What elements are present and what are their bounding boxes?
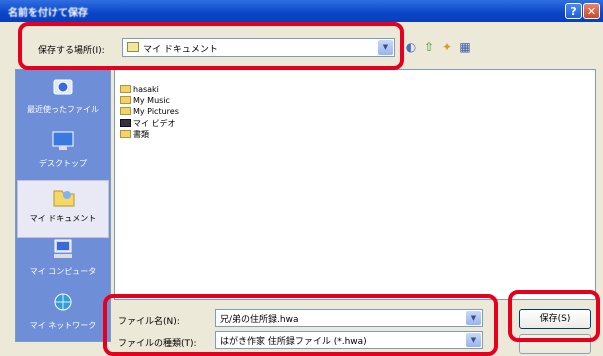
place-label: マイ ドキュメント (29, 214, 97, 223)
new-folder-icon[interactable]: ✦ (440, 40, 454, 54)
place-desktop[interactable]: デスクトップ (17, 126, 109, 184)
place-my-documents[interactable]: マイ ドキュメント (17, 180, 109, 238)
folder-icon (120, 85, 131, 93)
list-item[interactable]: My Music (120, 96, 170, 107)
recent-documents-icon (51, 76, 75, 98)
place-label: デスクトップ (39, 159, 87, 168)
place-my-network[interactable]: マイ ネットワーク (17, 288, 109, 346)
file-list[interactable]: hasaki My Music My Pictures マイ ビデオ 書類 (114, 69, 596, 300)
place-label: マイ コンピュータ (29, 267, 97, 276)
my-computer-icon (51, 238, 75, 260)
place-recent[interactable]: 最近使ったファイル (17, 72, 109, 130)
desktop-icon (51, 130, 75, 152)
folder-icon (120, 130, 131, 138)
place-label: マイ ネットワーク (29, 321, 97, 330)
my-network-icon (51, 292, 75, 314)
highlight-location (18, 22, 404, 70)
list-item[interactable]: My Pictures (120, 107, 179, 118)
highlight-save-button (508, 290, 600, 342)
list-item[interactable]: 書類 (120, 129, 149, 140)
save-as-dialog: 名前を付けて保存 ? ✕ 保存する場所(I): マイ ドキュメント ▼ ◐ ⇧ … (0, 0, 603, 356)
close-button[interactable]: ✕ (583, 3, 600, 19)
up-folder-icon[interactable]: ⇧ (422, 40, 436, 54)
folder-icon (120, 96, 131, 104)
place-my-computer[interactable]: マイ コンピュータ (17, 234, 109, 292)
help-button[interactable]: ? (565, 3, 582, 19)
window-title: 名前を付けて保存 (8, 8, 88, 19)
folder-icon (120, 107, 131, 115)
place-label: 最近使ったファイル (27, 105, 99, 114)
views-menu-icon[interactable]: ▦ (458, 40, 472, 54)
places-bar: 最近使ったファイル デスクトップ マイ ドキュメント マイ コンピュータ マイ … (15, 69, 111, 342)
back-icon[interactable]: ◐ (404, 40, 418, 54)
list-item[interactable]: マイ ビデオ (120, 118, 176, 129)
title-bar[interactable]: 名前を付けて保存 ? ✕ (0, 0, 603, 22)
list-item[interactable]: hasaki (120, 85, 159, 96)
my-documents-icon (52, 185, 76, 207)
highlight-filename-type (103, 294, 498, 356)
video-folder-icon (120, 119, 131, 127)
